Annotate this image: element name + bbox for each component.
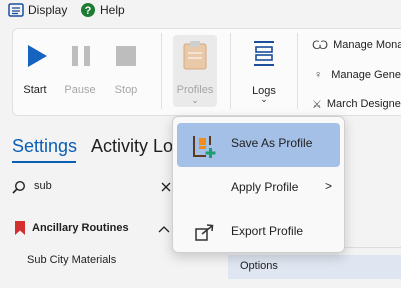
play-icon [28, 45, 47, 67]
display-menu[interactable]: Display [8, 2, 67, 18]
save-profile-icon [193, 136, 216, 158]
export-icon [195, 224, 214, 241]
logs-chevron-icon: ⌄ [260, 94, 268, 104]
stop-label: Stop [114, 84, 138, 96]
save-as-profile-item[interactable]: Save As Profile [177, 123, 340, 167]
manage-gener-button[interactable]: ♀ Manage Gener [312, 67, 401, 83]
clear-search-icon[interactable] [161, 182, 171, 192]
tab-settings[interactable]: Settings [12, 136, 77, 157]
profiles-button[interactable]: Profiles ⌄ [173, 35, 217, 107]
apply-profile-label: Apply Profile [231, 180, 299, 194]
profiles-chevron-icon: ⌄ [191, 95, 199, 105]
help-icon: ? [81, 3, 95, 17]
manage-mona-button[interactable]: Ѡ Manage Mona [312, 37, 401, 53]
help-menu-label: Help [100, 3, 125, 17]
tab-activity-log[interactable]: Activity Lo [91, 136, 173, 157]
section-header-ancillary[interactable]: Ancillary Routines [14, 220, 174, 238]
stop-icon [116, 46, 136, 66]
section-title: Ancillary Routines [32, 222, 129, 234]
profiles-dropdown-menu: Save As Profile Apply Profile > Export P… [172, 116, 345, 253]
options-label: Options [240, 260, 278, 272]
march-designer-button[interactable]: ⚔ March Designe [312, 96, 401, 112]
svg-text:?: ? [85, 5, 92, 17]
march-designer-label: March Designe [326, 98, 401, 110]
ribbon-separator [297, 33, 298, 109]
export-profile-label: Export Profile [231, 224, 304, 238]
stop-button[interactable]: Stop [108, 40, 144, 110]
submenu-arrow-icon: > [324, 179, 332, 193]
start-button[interactable]: Start [18, 40, 52, 110]
ribbon-separator [161, 33, 162, 109]
display-menu-label: Display [28, 3, 68, 17]
display-icon [8, 3, 24, 17]
options-header[interactable]: Options [228, 255, 401, 279]
save-as-profile-label: Save As Profile [231, 136, 313, 150]
help-menu[interactable]: ? Help [80, 2, 125, 18]
search-box[interactable]: sub [12, 178, 177, 196]
list-item[interactable]: Sub City Materials [27, 254, 116, 266]
pause-label: Pause [64, 84, 96, 96]
pause-icon [72, 46, 90, 66]
chevron-up-icon[interactable] [158, 225, 170, 233]
wreath-icon: Ѡ [312, 38, 329, 52]
search-input[interactable]: sub [34, 180, 52, 192]
manage-gener-label: Manage Gener [331, 69, 401, 81]
clipboard-icon [183, 41, 207, 70]
apply-profile-item[interactable]: Apply Profile > [177, 167, 340, 211]
soldiers-icon: ⚔ [312, 98, 322, 111]
ribbon-separator [230, 33, 231, 109]
bookmark-icon [15, 221, 25, 235]
search-icon [12, 180, 26, 194]
menu-bar: Display ? Help [0, 0, 401, 20]
active-tab-indicator [12, 161, 76, 163]
start-label: Start [23, 84, 47, 96]
logs-button[interactable]: Logs ⌄ [244, 36, 284, 110]
manage-mona-label: Manage Mona [333, 39, 401, 51]
export-profile-item[interactable]: Export Profile [177, 211, 340, 255]
logs-icon [254, 41, 274, 66]
figure-icon: ♀ [314, 69, 323, 81]
pause-button[interactable]: Pause [62, 40, 98, 110]
